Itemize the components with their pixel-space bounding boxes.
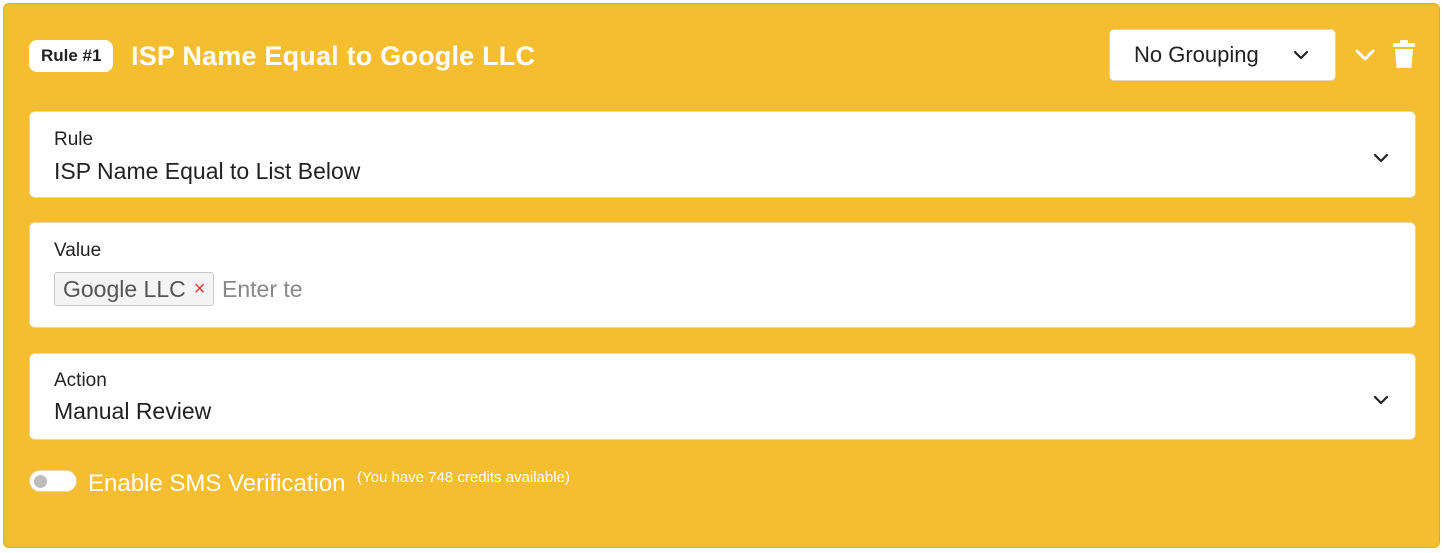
- rule-select[interactable]: Rule ISP Name Equal to List Below: [29, 111, 1416, 198]
- sms-credits-note: (You have 748 credits available): [357, 469, 570, 486]
- value-tag-input[interactable]: [222, 273, 314, 305]
- tag-remove-icon[interactable]: ×: [194, 279, 206, 299]
- value-tag-text: Google LLC: [63, 275, 186, 302]
- grouping-select[interactable]: No Grouping: [1109, 29, 1336, 81]
- sms-verification-row: Enable SMS Verification (You have 748 cr…: [29, 466, 729, 506]
- action-value: Manual Review: [54, 398, 212, 424]
- chevron-down-icon: [1373, 395, 1389, 405]
- action-select[interactable]: Action Manual Review: [29, 353, 1416, 440]
- sms-verification-label: Enable SMS Verification: [88, 470, 346, 497]
- grouping-select-value: No Grouping: [1134, 42, 1259, 67]
- value-field: Value Google LLC ×: [29, 222, 1416, 328]
- chevron-down-icon: [1373, 153, 1389, 163]
- rule-number-badge: Rule #1: [29, 40, 114, 72]
- rule-card: Rule #1 ISP Name Equal to Google LLC No …: [3, 3, 1440, 548]
- value-label: Value: [54, 240, 102, 261]
- rule-header: Rule #1 ISP Name Equal to Google LLC No …: [4, 4, 1439, 104]
- toggle-knob: [34, 475, 47, 488]
- sms-verification-toggle[interactable]: [29, 470, 77, 492]
- action-label: Action: [54, 370, 107, 391]
- value-tag: Google LLC ×: [54, 272, 215, 306]
- rule-title: ISP Name Equal to Google LLC: [131, 41, 536, 71]
- chevron-down-icon: [1293, 50, 1309, 60]
- chevron-down-icon[interactable]: [1354, 44, 1376, 66]
- trash-icon[interactable]: [1393, 40, 1415, 68]
- rule-label: Rule: [54, 129, 94, 150]
- rule-value: ISP Name Equal to List Below: [54, 158, 361, 184]
